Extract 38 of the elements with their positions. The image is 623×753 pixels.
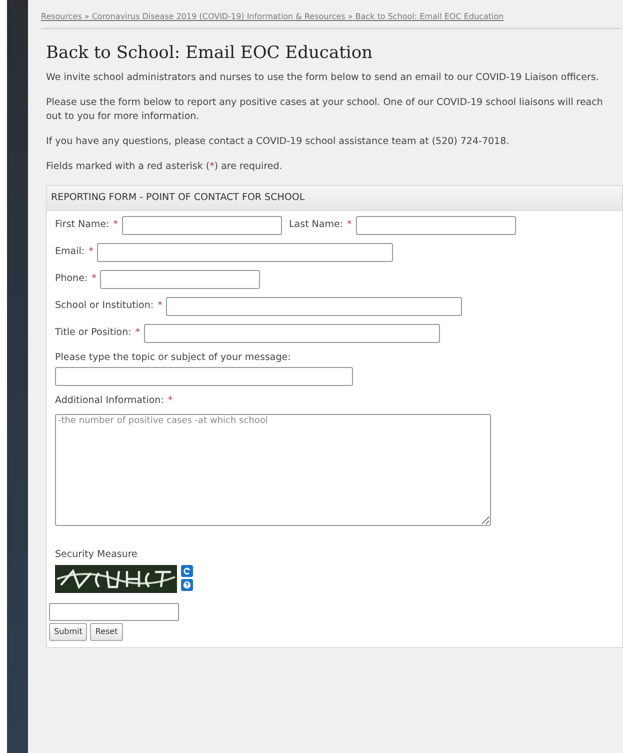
text-area[interactable]: -the number of positive cases -at which school <box>55 414 491 526</box>
required-asterisk: * <box>347 219 352 230</box>
captcha-field[interactable] <box>49 602 179 620</box>
page-title: Back to School: Email EOC Education <box>46 42 374 65</box>
text-field[interactable] <box>122 216 282 235</box>
field-label: Phone: * <box>55 272 96 286</box>
text-field[interactable] <box>356 216 516 235</box>
field-label: First Name: * <box>55 218 118 232</box>
breadcrumb: Resources » Coronavirus Disease 2019 (COVID-19) Information & Resources » Back to School: Email EOC Education <box>41 12 504 21</box>
form-button[interactable]: Reset <box>90 622 123 640</box>
field-label: Additional Information: * <box>55 394 173 408</box>
help-button[interactable] <box>181 578 193 590</box>
field-label: Last Name: * <box>289 218 352 232</box>
text-field[interactable] <box>55 367 353 386</box>
required-asterisk: * <box>135 327 140 338</box>
field-label: Please type the topic or subject of your message: <box>55 350 291 365</box>
required-asterisk: * <box>88 246 94 258</box>
security-label: Security Measure <box>55 548 138 562</box>
required-asterisk: * <box>168 395 173 406</box>
refresh-icon <box>183 566 191 574</box>
help-icon <box>183 580 191 588</box>
text-field[interactable] <box>144 324 440 343</box>
field-label: Title or Position: * <box>55 326 140 340</box>
intro-paragraph: Fields marked with a red asterisk (*) are required. <box>46 160 284 174</box>
intro-paragraph: If you have any questions, please contact a COVID-19 school assistance team at (520) 724-7018. <box>46 134 510 148</box>
text-field[interactable] <box>97 242 394 262</box>
form-button[interactable]: Submit <box>49 622 88 640</box>
required-asterisk: * <box>92 273 96 284</box>
field-label: Email: * <box>55 245 94 260</box>
required-asterisk: * <box>158 300 162 312</box>
form-header: REPORTING FORM - POINT OF CONTACT FOR SCHOOL <box>47 186 622 211</box>
intro-paragraph: Please use the form below to report any positive cases at your school. One of our COVID-19 school liaisons will reach out to you for more information. <box>46 96 604 124</box>
field-label: School or Institution: * <box>55 299 162 314</box>
required-asterisk: * <box>113 219 118 230</box>
text-field[interactable] <box>100 270 260 289</box>
text-field[interactable] <box>166 296 462 316</box>
intro-paragraph: We invite school administrators and nurses to use the form below to send an email to our COVID-19 Liaison officers. <box>46 70 600 84</box>
refresh-button[interactable] <box>181 564 193 576</box>
